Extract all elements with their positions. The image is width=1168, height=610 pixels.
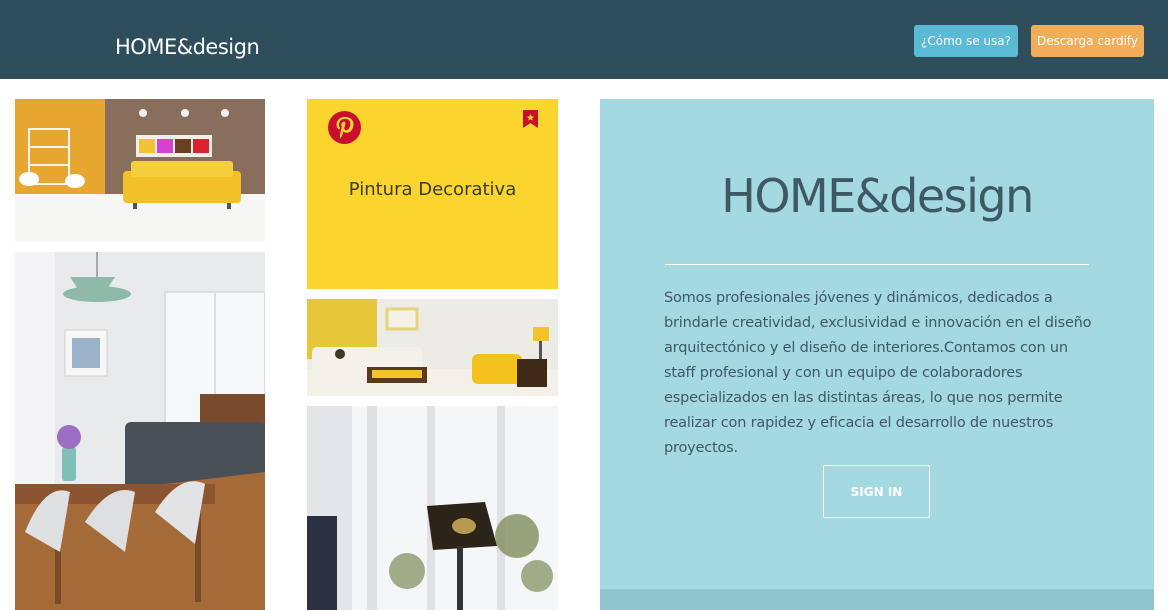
pinterest-icon[interactable] (328, 111, 361, 144)
bookmark-icon[interactable] (523, 110, 538, 128)
panel-title: HOME&design (721, 169, 1034, 223)
living-room-photo[interactable] (15, 99, 265, 242)
download-cardify-button[interactable]: Descarga cardify (1031, 25, 1144, 57)
panel-description: Somos profesionales jóvenes y dinámicos,… (664, 290, 1092, 456)
how-to-use-button[interactable]: ¿Cómo se usa? (914, 25, 1018, 57)
window-lamp-photo[interactable] (307, 406, 558, 610)
sign-in-button[interactable]: SIGN IN (823, 465, 930, 518)
dining-room-photo[interactable] (15, 252, 265, 610)
brand-logo[interactable]: HOME&design (115, 31, 260, 63)
top-navbar: HOME&design ¿Cómo se usa? Descarga cardi… (0, 0, 1168, 79)
pinterest-card[interactable]: Pintura Decorativa (307, 99, 558, 289)
yellow-sofa-photo[interactable] (307, 299, 558, 396)
card-title: Pintura Decorativa (348, 179, 517, 200)
panel-footer-strip (600, 589, 1154, 610)
divider (665, 264, 1089, 265)
about-panel: HOME&design Somos profesionales jóvenes … (600, 99, 1154, 610)
